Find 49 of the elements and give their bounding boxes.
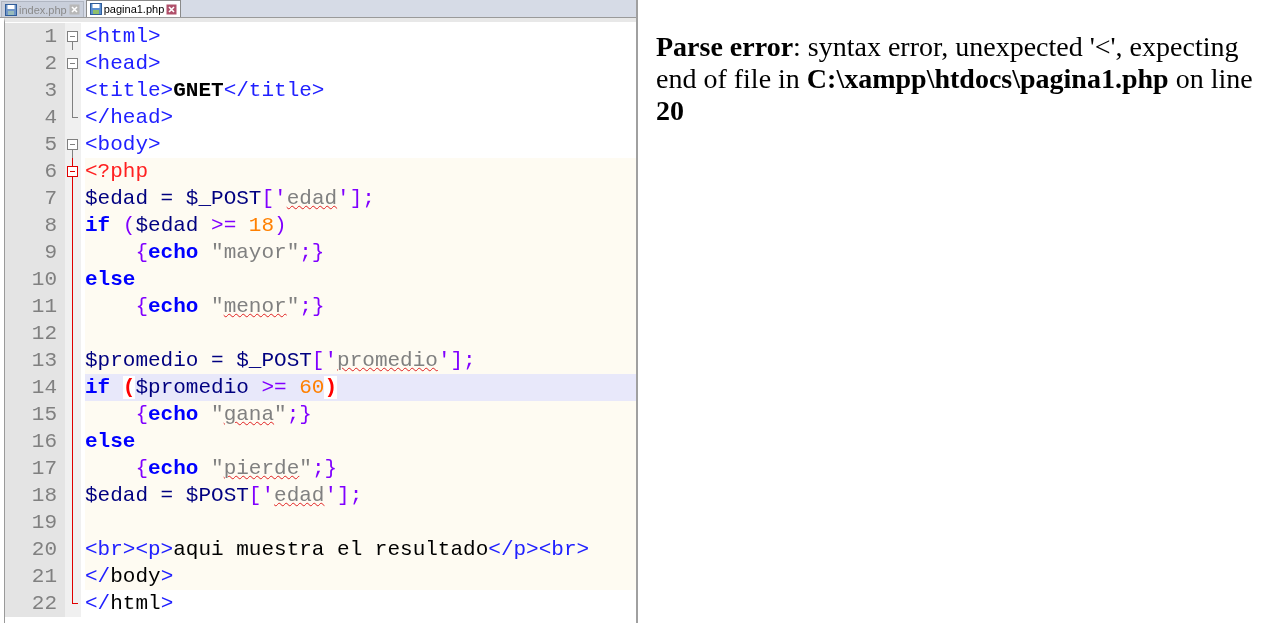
line-number: 12 [5, 320, 65, 347]
close-icon[interactable] [166, 3, 178, 15]
code-line: <head> [85, 51, 161, 77]
line-number: 17 [5, 455, 65, 482]
fold-toggle-icon[interactable] [67, 139, 78, 150]
code-line: {echo "menor";} [134, 294, 325, 320]
line-number: 15 [5, 401, 65, 428]
code-line: <html> [85, 24, 161, 50]
fold-toggle-icon[interactable] [67, 58, 78, 69]
fold-toggle-icon[interactable] [67, 31, 78, 42]
line-number: 5 [5, 131, 65, 158]
code-line: {echo "pierde";} [134, 456, 338, 482]
line-number: 20 [5, 536, 65, 563]
code-line: else [85, 429, 136, 455]
fold-toggle-icon[interactable] [67, 166, 78, 177]
line-number: 1 [5, 23, 65, 50]
code-line: $edad = $_POST['edad']; [85, 186, 375, 212]
code-line: </head> [85, 105, 174, 131]
code-line: if ($edad >= 18) [85, 213, 287, 239]
code-line: else [85, 267, 136, 293]
code-line: {echo "mayor";} [134, 240, 325, 266]
code-line: if ($promedio >= 60) [85, 375, 338, 401]
line-number: 16 [5, 428, 65, 455]
code-line: <body> [85, 132, 161, 158]
code-line: <?php [85, 159, 148, 185]
line-number: 2 [5, 50, 65, 77]
line-number: 14 [5, 374, 65, 401]
line-number: 13 [5, 347, 65, 374]
code-line: {echo "gana";} [134, 402, 312, 428]
code-line: <title>GNET</title> [85, 78, 325, 104]
line-number: 4 [5, 104, 65, 131]
code-line: $edad = $POST['edad']; [85, 483, 363, 509]
line-number: 11 [5, 293, 65, 320]
line-number: 6 [5, 158, 65, 185]
line-number: 9 [5, 239, 65, 266]
line-number: 8 [5, 212, 65, 239]
line-number: 7 [5, 185, 65, 212]
line-number: 10 [5, 266, 65, 293]
line-number: 3 [5, 77, 65, 104]
error-message: Parse error: syntax error, unexpected '<', expecting end of file in C:\xampp\htdocs\pagina1.php on line 20 [656, 31, 1254, 127]
line-number: 22 [5, 590, 65, 617]
code-line: </body> [85, 564, 174, 590]
code-line: $promedio = $_POST['promedio']; [85, 348, 476, 374]
line-number: 18 [5, 482, 65, 509]
file-tab[interactable]: pagina1.php [85, 0, 182, 17]
code-line: </html> [85, 591, 174, 617]
line-number: 19 [5, 509, 65, 536]
code-line: <br><p>aqui muestra el resultado</p><br> [85, 537, 590, 563]
line-number: 21 [5, 563, 65, 590]
